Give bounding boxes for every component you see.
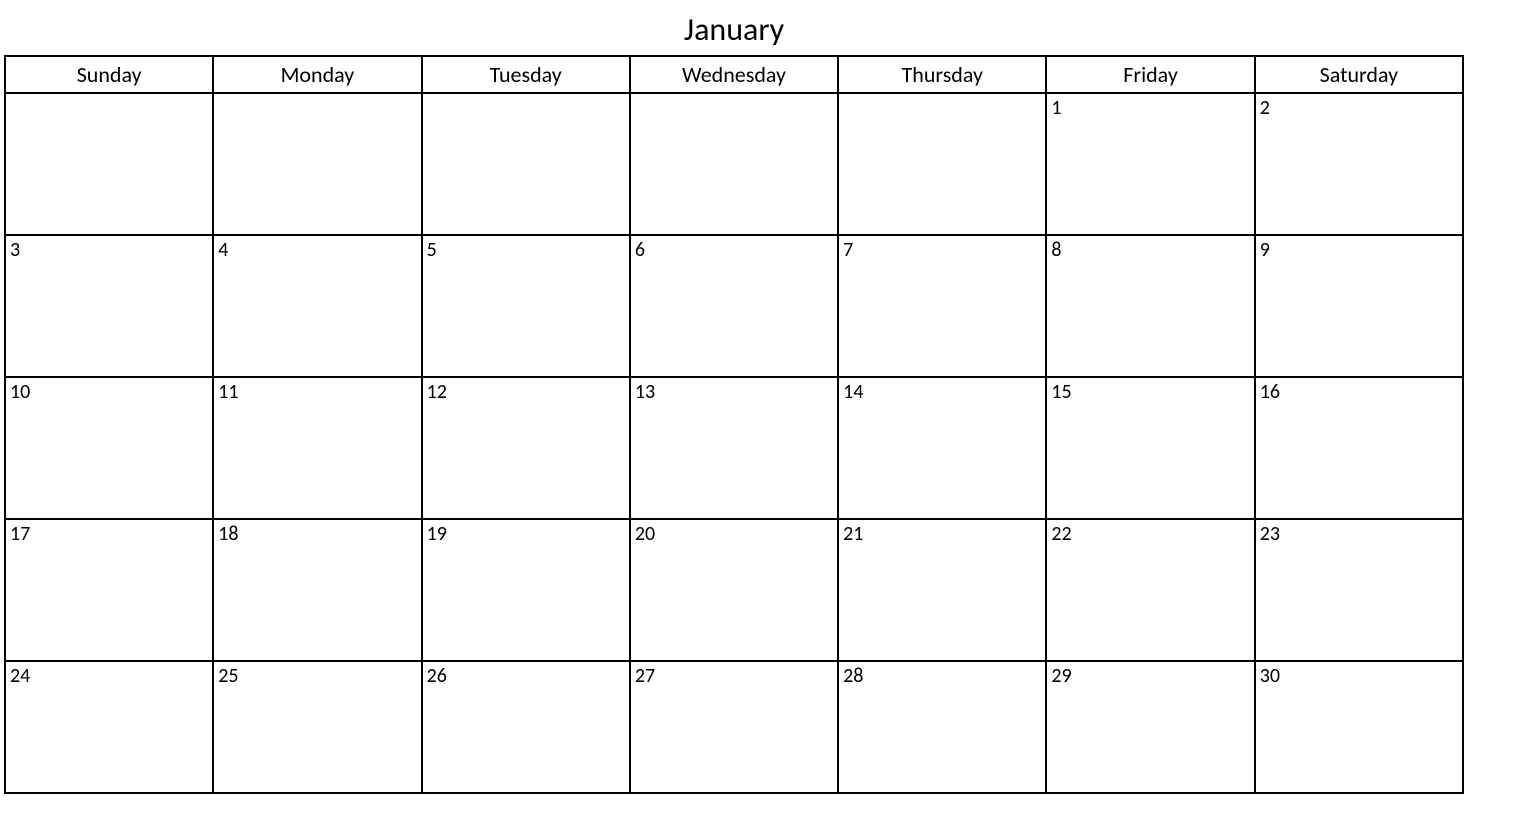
day-header-thursday: Thursday <box>838 56 1046 93</box>
calendar-day-cell[interactable]: 10 <box>5 377 213 519</box>
calendar-day-cell[interactable]: 16 <box>1255 377 1463 519</box>
day-header-wednesday: Wednesday <box>630 56 838 93</box>
calendar-day-cell[interactable] <box>213 93 421 235</box>
calendar-container: January Sunday Monday Tuesday Wednesday … <box>4 4 1464 794</box>
day-header-friday: Friday <box>1046 56 1254 93</box>
calendar-day-cell[interactable]: 20 <box>630 519 838 661</box>
calendar-day-cell[interactable]: 26 <box>422 661 630 793</box>
calendar-day-cell[interactable]: 1 <box>1046 93 1254 235</box>
calendar-day-cell[interactable] <box>5 93 213 235</box>
calendar-day-cell[interactable] <box>838 93 1046 235</box>
calendar-day-cell[interactable]: 2 <box>1255 93 1463 235</box>
calendar-day-cell[interactable] <box>422 93 630 235</box>
day-header-sunday: Sunday <box>5 56 213 93</box>
calendar-week-row: 10 11 12 13 14 15 16 <box>5 377 1463 519</box>
calendar-day-cell[interactable]: 15 <box>1046 377 1254 519</box>
calendar-day-cell[interactable]: 8 <box>1046 235 1254 377</box>
day-header-row: Sunday Monday Tuesday Wednesday Thursday… <box>5 56 1463 93</box>
calendar-day-cell[interactable]: 11 <box>213 377 421 519</box>
calendar-day-cell[interactable]: 25 <box>213 661 421 793</box>
day-header-monday: Monday <box>213 56 421 93</box>
calendar-day-cell[interactable]: 7 <box>838 235 1046 377</box>
calendar-day-cell[interactable]: 21 <box>838 519 1046 661</box>
calendar-week-row: 24 25 26 27 28 29 30 <box>5 661 1463 793</box>
calendar-day-cell[interactable]: 5 <box>422 235 630 377</box>
calendar-day-cell[interactable]: 23 <box>1255 519 1463 661</box>
calendar-day-cell[interactable]: 28 <box>838 661 1046 793</box>
calendar-day-cell[interactable]: 14 <box>838 377 1046 519</box>
month-title: January <box>4 4 1464 55</box>
calendar-day-cell[interactable]: 6 <box>630 235 838 377</box>
day-header-tuesday: Tuesday <box>422 56 630 93</box>
calendar-day-cell[interactable]: 3 <box>5 235 213 377</box>
calendar-day-cell[interactable]: 22 <box>1046 519 1254 661</box>
calendar-week-row: 3 4 5 6 7 8 9 <box>5 235 1463 377</box>
calendar-week-row: 17 18 19 20 21 22 23 <box>5 519 1463 661</box>
calendar-day-cell[interactable]: 24 <box>5 661 213 793</box>
calendar-week-row: 1 2 <box>5 93 1463 235</box>
calendar-day-cell[interactable]: 19 <box>422 519 630 661</box>
day-header-saturday: Saturday <box>1255 56 1463 93</box>
calendar-day-cell[interactable]: 29 <box>1046 661 1254 793</box>
calendar-day-cell[interactable]: 4 <box>213 235 421 377</box>
calendar-day-cell[interactable]: 13 <box>630 377 838 519</box>
calendar-day-cell[interactable]: 17 <box>5 519 213 661</box>
calendar-day-cell[interactable]: 12 <box>422 377 630 519</box>
calendar-table: Sunday Monday Tuesday Wednesday Thursday… <box>4 55 1464 794</box>
calendar-day-cell[interactable]: 9 <box>1255 235 1463 377</box>
calendar-day-cell[interactable]: 27 <box>630 661 838 793</box>
calendar-day-cell[interactable] <box>630 93 838 235</box>
calendar-day-cell[interactable]: 18 <box>213 519 421 661</box>
calendar-day-cell[interactable]: 30 <box>1255 661 1463 793</box>
